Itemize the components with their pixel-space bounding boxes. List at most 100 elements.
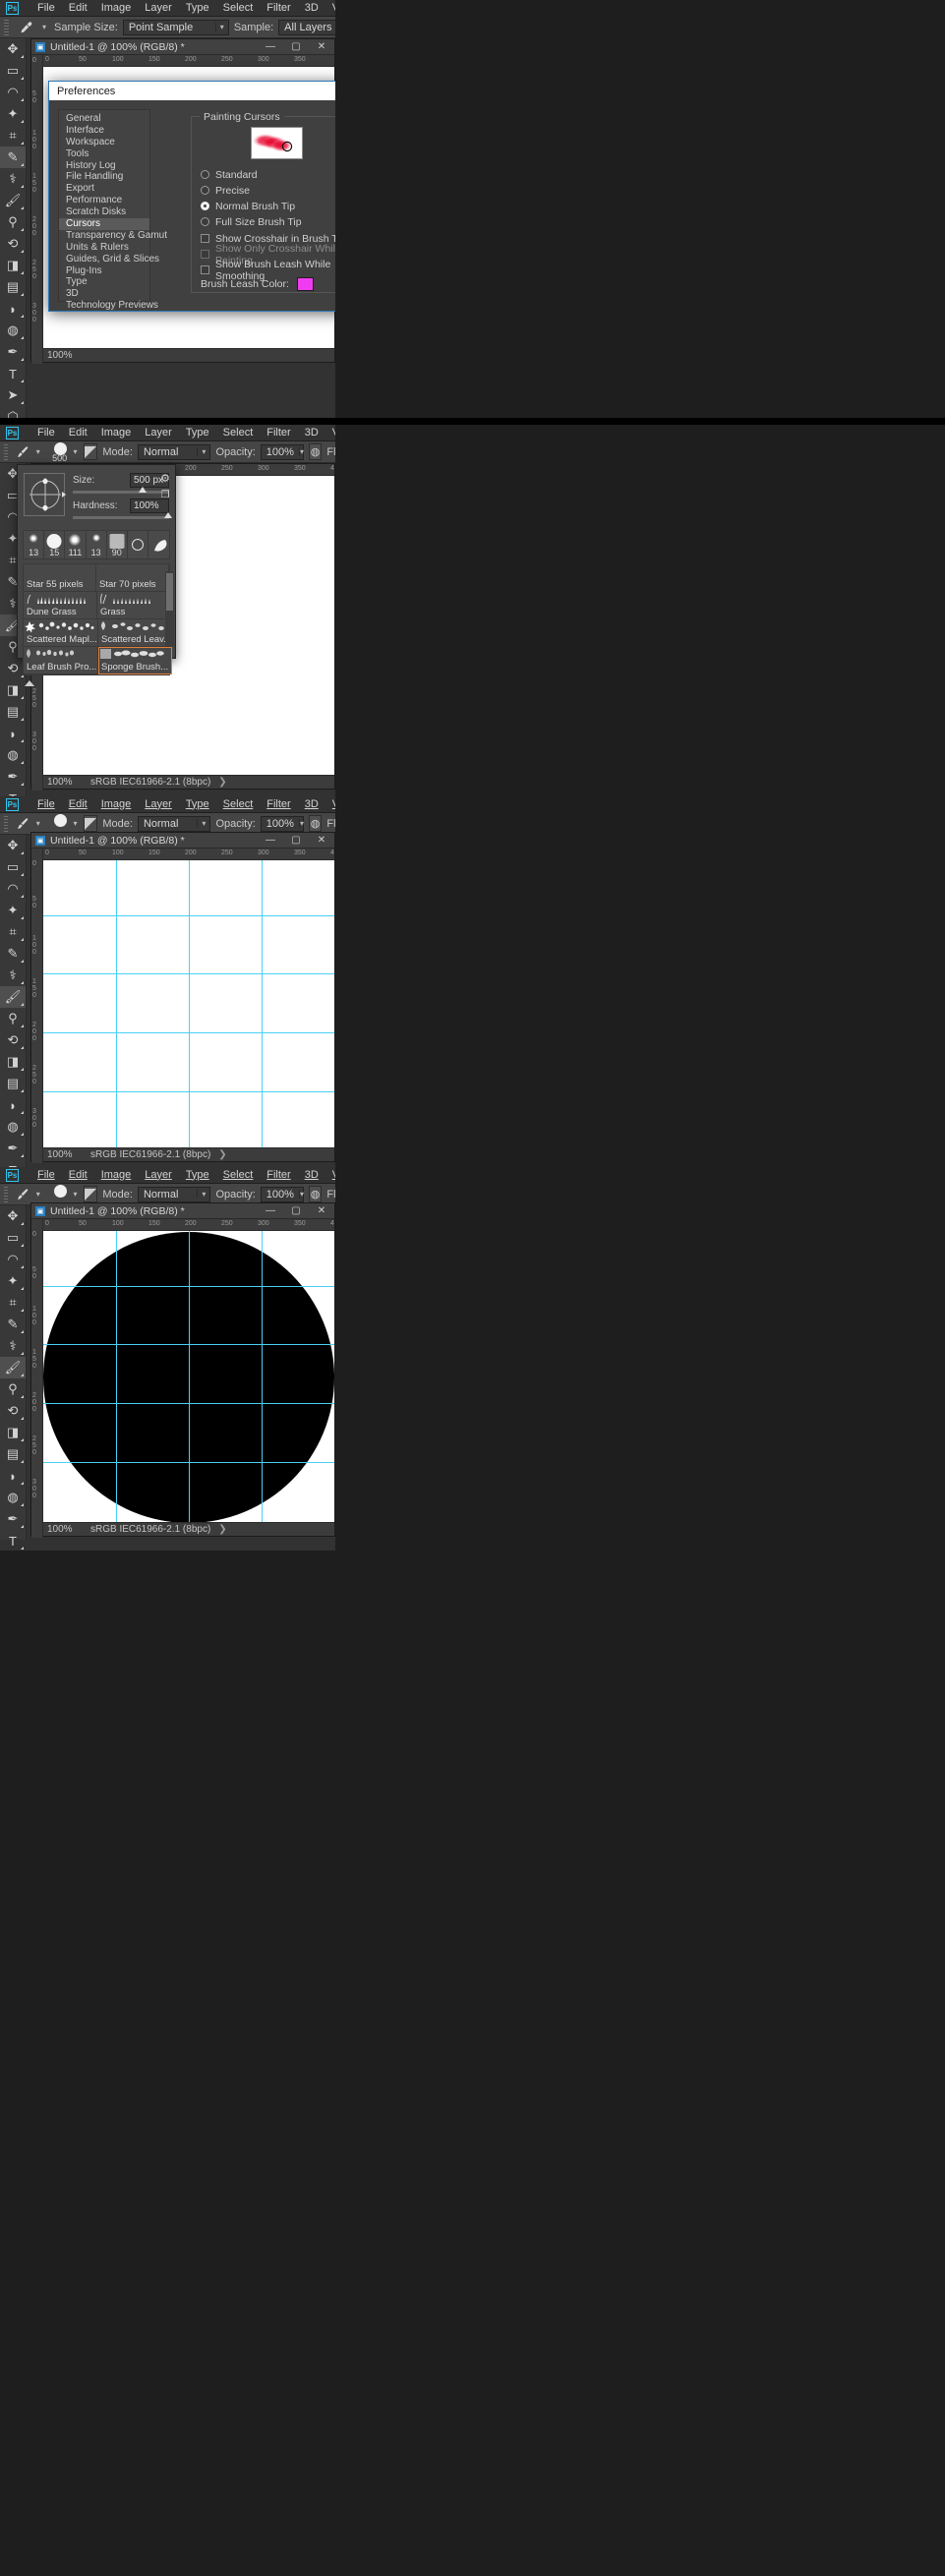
brush-preset-90[interactable]: 90 <box>107 531 128 558</box>
tool-brush[interactable]: 🖌 <box>0 986 26 1008</box>
tool-type[interactable]: T <box>0 1530 26 1551</box>
tool-lasso[interactable]: ◠ <box>0 1249 26 1270</box>
painting-cursor-full-size-brush-tip-radio[interactable]: Full Size Brush Tip <box>201 215 302 228</box>
tool-gradient[interactable]: ▤ <box>0 1073 26 1094</box>
tool-healing-brush[interactable]: ⚕ <box>0 1335 26 1357</box>
tool-preset-caret-icon[interactable]: ▾ <box>34 819 42 828</box>
zoom-level-1[interactable]: 100% <box>43 350 81 361</box>
zoom-level-3[interactable]: 100% <box>43 1149 81 1160</box>
tool-clone-stamp[interactable]: ⚲ <box>0 1008 26 1029</box>
brush-preset-star-55[interactable]: Star 55 pixels <box>24 564 96 592</box>
menu-3d[interactable]: 3D <box>298 796 325 813</box>
menu-image[interactable]: Image <box>94 0 139 17</box>
tool-marquee[interactable]: ▭ <box>0 60 26 82</box>
tool-healing-brush[interactable]: ⚕ <box>0 168 26 190</box>
tool-history-brush[interactable]: ⟲ <box>0 1400 26 1422</box>
tool-pen[interactable]: ✒ <box>0 341 26 363</box>
maximize-button[interactable]: ▢ <box>283 1203 309 1219</box>
guide-horizontal[interactable] <box>43 915 334 916</box>
opacity-input[interactable]: 100% ▾ <box>260 1186 304 1202</box>
nav-item-type[interactable]: Type <box>59 276 149 288</box>
close-button[interactable]: ✕ <box>309 1203 334 1219</box>
menu-edit[interactable]: Edit <box>62 0 94 17</box>
brush-tip-angle-control[interactable] <box>24 473 66 516</box>
brush-preset-list[interactable]: Star 55 pixels Star 70 pixels Dune Grass <box>23 563 173 675</box>
tool-lasso[interactable]: ◠ <box>0 82 26 103</box>
options-bar-grip[interactable] <box>4 443 8 460</box>
document-titlebar-3[interactable]: ▣ Untitled-1 @ 100% (RGB/8) * — ▢ ✕ <box>31 833 334 849</box>
nav-item-performance[interactable]: Performance <box>59 195 149 206</box>
menu-filter[interactable]: Filter <box>260 425 297 441</box>
tool-type[interactable]: T <box>0 363 26 384</box>
tool-eraser[interactable]: ◨ <box>0 1422 26 1443</box>
brush-preset-ring[interactable] <box>128 531 149 558</box>
maximize-button[interactable]: ▢ <box>283 833 309 849</box>
collapse-icon[interactable] <box>25 680 34 686</box>
tool-crop[interactable]: ⌗ <box>0 921 26 943</box>
tool-eyedropper[interactable]: ✎ <box>0 146 26 168</box>
nav-item-interface[interactable]: Interface <box>59 125 149 137</box>
opacity-input[interactable]: 100% ▾ <box>260 815 304 832</box>
canvas-3[interactable] <box>43 860 334 1147</box>
tool-preset-caret-icon[interactable]: ▾ <box>34 447 42 456</box>
menu-image[interactable]: Image <box>94 1167 139 1184</box>
tool-eyedropper[interactable]: ✎ <box>0 943 26 965</box>
brush-size-slider[interactable] <box>73 487 169 494</box>
brush-preset-chalk[interactable] <box>148 531 169 558</box>
brush-list-scrollbar[interactable] <box>165 571 174 646</box>
nav-item-guides-grid-slices[interactable]: Guides, Grid & Slices <box>59 254 159 265</box>
preferences-nav-list[interactable]: General Interface Workspace Tools Histor… <box>58 109 167 311</box>
menu-type[interactable]: Type <box>179 0 216 17</box>
options-bar-grip[interactable] <box>4 19 9 35</box>
brush-preset-grass[interactable]: Grass <box>97 592 171 619</box>
tool-path-select[interactable]: ➤ <box>0 384 26 406</box>
menu-type[interactable]: Type <box>179 425 216 441</box>
brush-preset-picker-caret-icon[interactable]: ▾ <box>72 1190 80 1199</box>
tool-marquee[interactable]: ▭ <box>0 1227 26 1249</box>
tool-quick-select[interactable]: ✦ <box>0 1270 26 1292</box>
document-titlebar-4[interactable]: ▣ Untitled-1 @ 100% (RGB/8) * — ▢ ✕ <box>31 1203 334 1219</box>
gear-icon[interactable]: ⚙ <box>160 472 170 485</box>
tool-move[interactable]: ✥ <box>0 1205 26 1227</box>
menu-file[interactable]: File <box>30 1167 62 1184</box>
brush-preset-row-small[interactable]: 13 15 111 13 90 <box>23 530 170 559</box>
brush-preset-sponge-brush[interactable]: Sponge Brush... <box>98 647 173 674</box>
brush-size-preview[interactable] <box>47 813 67 834</box>
tool-preset-caret-icon[interactable]: ▾ <box>34 1190 42 1199</box>
nav-item-export[interactable]: Export <box>59 183 149 195</box>
pressure-opacity-toggle[interactable]: ◍ <box>308 815 323 832</box>
brush-size-preview[interactable]: 500 <box>47 441 67 463</box>
menu-image[interactable]: Image <box>94 425 139 441</box>
tool-dodge[interactable]: ◍ <box>0 1116 26 1138</box>
nav-item-plug-ins[interactable]: Plug-Ins <box>59 265 149 277</box>
tool-lasso[interactable]: ◠ <box>0 878 26 900</box>
close-button[interactable]: ✕ <box>309 833 334 849</box>
guide-horizontal[interactable] <box>43 1344 334 1345</box>
guide-horizontal[interactable] <box>43 1286 334 1287</box>
tool-brush[interactable]: 🖌 <box>0 1357 26 1378</box>
blend-mode-select[interactable]: Normal ▾ <box>137 1186 211 1202</box>
brush-panel-toggle[interactable] <box>84 443 98 460</box>
tool-crop[interactable]: ⌗ <box>0 125 26 146</box>
pressure-opacity-toggle[interactable]: ◍ <box>308 443 323 460</box>
brush-preset-111[interactable]: 111 <box>65 531 87 558</box>
tool-eraser[interactable]: ◨ <box>0 1051 26 1073</box>
menu-file[interactable]: File <box>30 796 62 813</box>
tool-dodge[interactable]: ◍ <box>0 320 26 341</box>
tool-gradient[interactable]: ▤ <box>0 276 26 298</box>
maximize-button[interactable]: ▢ <box>283 39 309 55</box>
menu-edit[interactable]: Edit <box>62 1167 94 1184</box>
brush-preset-picker-caret-icon[interactable]: ▾ <box>72 819 80 828</box>
brush-icon[interactable] <box>16 443 30 461</box>
menu-select[interactable]: Select <box>216 796 261 813</box>
tool-type[interactable]: T <box>0 1159 26 1168</box>
menu-file[interactable]: File <box>30 0 62 17</box>
tool-preset-caret-icon[interactable]: ▾ <box>39 23 49 31</box>
nav-item-tools[interactable]: Tools <box>59 148 149 160</box>
nav-item-history-log[interactable]: History Log <box>59 160 149 172</box>
options-bar-grip[interactable] <box>4 1186 8 1202</box>
brush-hardness-slider[interactable] <box>73 512 173 519</box>
tool-blur[interactable]: ◗ <box>0 1094 26 1116</box>
tool-crop[interactable]: ⌗ <box>0 1292 26 1314</box>
tool-clone-stamp[interactable]: ⚲ <box>0 1378 26 1400</box>
